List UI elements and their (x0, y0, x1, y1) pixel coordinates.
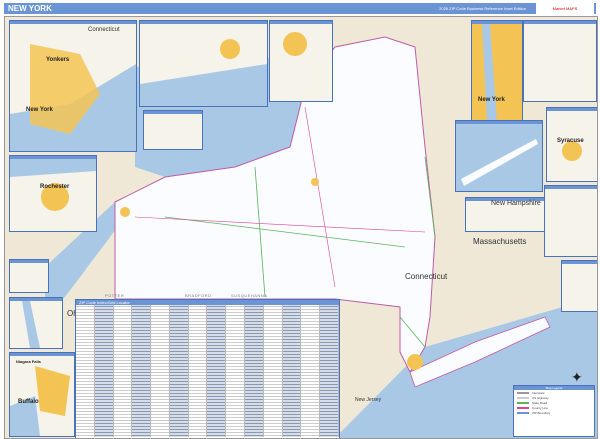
county-susquehanna: SUSQUEHANNA (231, 293, 268, 298)
label-connecticut: Connecticut (405, 272, 448, 281)
county-potter: POTTER (105, 293, 125, 298)
inset-westchester[interactable] (139, 20, 268, 107)
inset-albany[interactable] (269, 20, 333, 102)
legend-item: State Road (532, 401, 548, 405)
city-new-york-inset: New York (478, 97, 505, 103)
inset-jamestown[interactable] (9, 259, 49, 293)
map-canvas[interactable]: Connecticut Massachusetts Ohio New Jerse… (4, 16, 598, 439)
compass-rose-icon: ✦ (571, 369, 583, 385)
legend-item: US Highway (532, 396, 549, 400)
inset-manhattan[interactable]: New York (471, 20, 523, 122)
inset-long-island-east[interactable] (455, 120, 543, 192)
city-new-york: New York (26, 107, 53, 113)
label-new-jersey: New Jersey (355, 397, 382, 403)
legend-item: ZIP Boundary (532, 411, 551, 415)
label-massachusetts: Massachusetts (473, 237, 527, 246)
map-subtitle: 2026 ZIP Code Business Reference Inset E… (439, 6, 526, 11)
inset-rochester[interactable]: Rochester (9, 155, 97, 232)
inset-small-city[interactable] (143, 110, 203, 150)
city-syracuse: Syracuse (557, 138, 584, 144)
inset-buffalo[interactable]: Niagara Falls Buffalo (9, 352, 75, 437)
city-buffalo: Buffalo (18, 399, 39, 405)
legend-item: County Line (532, 406, 549, 410)
map-legend: Map Legend Interstate US Highway State R… (513, 385, 595, 437)
city-rochester: Rochester (40, 184, 70, 190)
city-yonkers: Yonkers (46, 57, 70, 63)
inset-niagara[interactable] (9, 297, 63, 349)
label-new-hampshire: New Hampshire (491, 200, 541, 207)
county-bradford: BRADFORD (185, 293, 212, 298)
inset-ithaca[interactable] (561, 260, 597, 312)
map-title: NEW YORK (8, 4, 52, 13)
inset-syracuse[interactable]: Syracuse (546, 107, 597, 182)
inset-nyc-metro[interactable]: Connecticut Yonkers New York (9, 20, 137, 152)
legend-item: Interstate (532, 391, 545, 395)
map-legend-title: Map Legend (514, 386, 594, 390)
publisher-logo: Market MAPS (536, 3, 594, 14)
header-bar: NEW YORK 2026 ZIP Code Business Referenc… (4, 3, 596, 14)
label-connecticut-inset: Connecticut (88, 27, 120, 33)
inset-hudson-valley[interactable] (523, 20, 597, 102)
city-niagara-falls: Niagara Falls (16, 359, 41, 364)
inset-utica[interactable] (544, 185, 597, 257)
zip-index-panel[interactable]: ZIP Code Index/Grid Locator (75, 299, 340, 438)
